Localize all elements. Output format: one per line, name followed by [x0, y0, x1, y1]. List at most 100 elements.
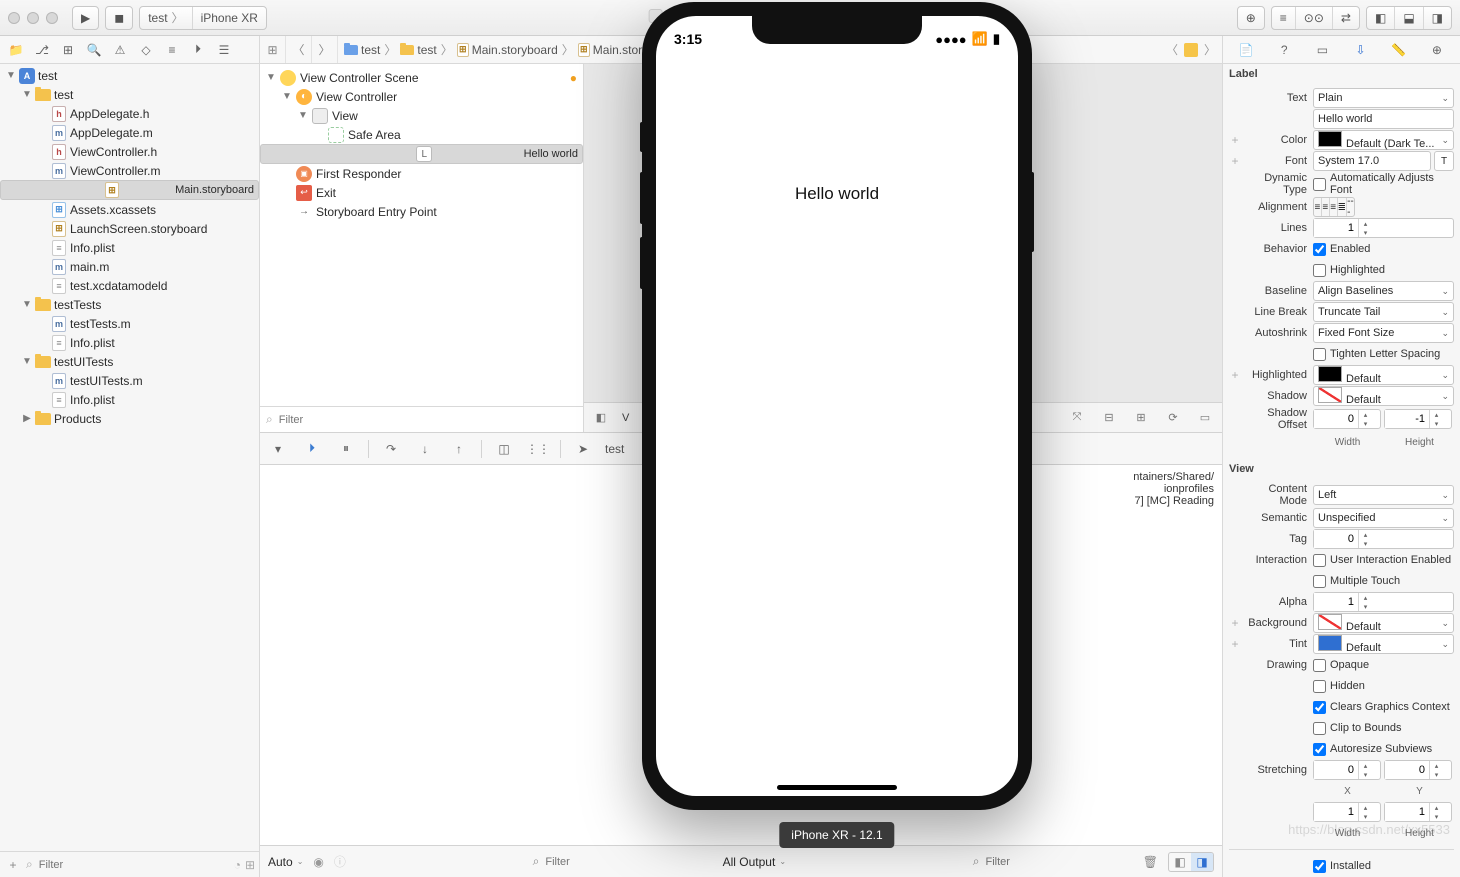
close-window-icon[interactable]	[8, 12, 20, 24]
info-icon[interactable]: ⓘ	[334, 853, 346, 870]
recent-filter-icon[interactable]: ◔	[234, 858, 241, 872]
text-mode-select[interactable]: Plain⌄	[1313, 88, 1454, 108]
jump-bar-crumb[interactable]: test	[400, 43, 436, 57]
find-navigator-icon[interactable]: 🔍	[82, 39, 106, 61]
clears-checkbox[interactable]: Clears Graphics Context	[1313, 701, 1450, 714]
stretch-x-stepper[interactable]: ▴▾	[1313, 760, 1381, 780]
minimize-window-icon[interactable]	[27, 12, 39, 24]
tag-stepper[interactable]: ▴▾	[1313, 529, 1454, 549]
size-inspector-icon[interactable]: 📏	[1386, 39, 1412, 61]
linebreak-select[interactable]: Truncate Tail⌄	[1313, 302, 1454, 322]
file-tree-item[interactable]: mtestTests.m	[0, 314, 259, 333]
outline-item[interactable]: ↩Exit	[260, 183, 583, 202]
bottom-panel-icon[interactable]: ⬓	[1395, 7, 1423, 29]
navigator-filter-input[interactable]	[37, 858, 230, 872]
location-icon[interactable]: ➤	[571, 438, 595, 460]
file-tree-item[interactable]: mmain.m	[0, 257, 259, 276]
jump-bar-crumb[interactable]: test	[344, 43, 380, 57]
vars-pane-icon[interactable]: ◧	[1169, 853, 1191, 871]
outline-item[interactable]: ▼View Controller Scene●	[260, 68, 583, 87]
source-control-icon[interactable]: ⎇	[30, 39, 54, 61]
alignment-segment[interactable]: ≡≡≡≣---	[1313, 197, 1355, 217]
file-tree-item[interactable]: ⊞Main.storyboard	[0, 180, 259, 200]
file-tree-item[interactable]: mAppDelegate.m	[0, 123, 259, 142]
debug-target-label[interactable]: test	[605, 442, 624, 456]
file-tree-item[interactable]: ▼testUITests	[0, 352, 259, 371]
baseline-select[interactable]: Align Baselines⌄	[1313, 281, 1454, 301]
font-picker-icon[interactable]: T	[1434, 151, 1454, 171]
pin-icon[interactable]: ⊞	[1130, 407, 1152, 429]
breakpoint-navigator-icon[interactable]: ⏵	[186, 39, 210, 61]
help-inspector-icon[interactable]: ?	[1271, 39, 1297, 61]
right-panel-icon[interactable]: ◨	[1424, 7, 1451, 29]
file-tree-item[interactable]: ⊞LaunchScreen.storyboard	[0, 219, 259, 238]
outline-filter-input[interactable]	[277, 413, 577, 427]
output-scope-selector[interactable]: All Output ⌄	[723, 855, 786, 869]
editor-mode-segment[interactable]: ≡ ⊙⊙ ⇄	[1271, 6, 1360, 30]
stop-button[interactable]: ◼	[105, 6, 133, 30]
issue-navigator-icon[interactable]: ⚠	[108, 39, 132, 61]
file-tree-item[interactable]: ▼testTests	[0, 295, 259, 314]
content-mode-select[interactable]: Left⌄	[1313, 485, 1454, 505]
multitouch-checkbox[interactable]: Multiple Touch	[1313, 575, 1400, 588]
identity-inspector-icon[interactable]: ▭	[1309, 39, 1335, 61]
report-navigator-icon[interactable]: ☰	[212, 39, 236, 61]
semantic-select[interactable]: Unspecified⌄	[1313, 508, 1454, 528]
align-icon[interactable]: ⊟	[1098, 407, 1120, 429]
shadow-color-select[interactable]: Default⌄	[1313, 386, 1454, 406]
forward-icon[interactable]: 〉	[312, 36, 338, 63]
file-tree-item[interactable]: hViewController.h	[0, 142, 259, 161]
font-input[interactable]: System 17.0	[1313, 151, 1431, 171]
attributes-inspector-icon[interactable]: ⇩	[1348, 39, 1374, 61]
clip-checkbox[interactable]: Clip to Bounds	[1313, 722, 1402, 735]
related-items-icon[interactable]: ⊞	[260, 36, 286, 63]
assistant-editor-icon[interactable]: ⊙⊙	[1296, 7, 1333, 29]
autoresize-checkbox[interactable]: Autoresize Subviews	[1313, 743, 1432, 756]
panel-toggle-segment[interactable]: ◧ ⬓ ◨	[1366, 6, 1452, 30]
nav-forward-icon[interactable]: 〉	[1204, 41, 1216, 58]
outline-toggle-icon[interactable]: ◧	[590, 407, 612, 429]
file-tree-item[interactable]: mtestUITests.m	[0, 371, 259, 390]
trash-icon[interactable]: 🗑	[1143, 855, 1158, 869]
file-inspector-icon[interactable]: 📄	[1233, 39, 1259, 61]
left-panel-icon[interactable]: ◧	[1367, 7, 1395, 29]
eye-icon[interactable]: ◉	[313, 855, 323, 869]
file-tree-item[interactable]: hAppDelegate.h	[0, 104, 259, 123]
lines-stepper[interactable]: ▴▾	[1313, 218, 1454, 238]
file-tree-item[interactable]: ≡test.xcdatamodeld	[0, 276, 259, 295]
stretch-w-stepper[interactable]: ▴▾	[1313, 802, 1381, 822]
auto-scope-selector[interactable]: Auto ⌄	[268, 855, 303, 869]
stretch-h-stepper[interactable]: ▴▾	[1384, 802, 1452, 822]
outline-item[interactable]: →Storyboard Entry Point	[260, 202, 583, 221]
hide-debug-icon[interactable]: ▾	[266, 438, 290, 460]
console-filter[interactable]: ⌕	[973, 854, 1133, 869]
uie-checkbox[interactable]: User Interaction Enabled	[1313, 554, 1451, 567]
stretch-y-stepper[interactable]: ▴▾	[1384, 760, 1452, 780]
outline-item[interactable]: ▼View	[260, 106, 583, 125]
symbol-navigator-icon[interactable]: ⊞	[56, 39, 80, 61]
back-icon[interactable]: 〈	[286, 36, 312, 63]
outline-item[interactable]: Safe Area	[260, 125, 583, 144]
step-out-icon[interactable]: ↑	[447, 438, 471, 460]
autoshrink-select[interactable]: Fixed Font Size⌄	[1313, 323, 1454, 343]
step-into-icon[interactable]: ↓	[413, 438, 437, 460]
warning-badge-icon[interactable]	[1184, 43, 1198, 57]
background-select[interactable]: Default⌄	[1313, 613, 1454, 633]
scheme-selector[interactable]: test 〉 iPhone XR	[139, 6, 267, 30]
scm-filter-icon[interactable]: ⊞	[245, 858, 255, 872]
file-tree-item[interactable]: ≡Info.plist	[0, 333, 259, 352]
test-navigator-icon[interactable]: ◇	[134, 39, 158, 61]
breakpoints-toggle-icon[interactable]: ⏵	[300, 438, 324, 460]
resolve-icon[interactable]: ⟳	[1162, 407, 1184, 429]
project-navigator-icon[interactable]: 📁	[4, 39, 28, 61]
step-over-icon[interactable]: ↷	[379, 438, 403, 460]
shadow-w-stepper[interactable]: ▴▾	[1313, 409, 1381, 429]
color-select[interactable]: Default (Dark Te...⌄	[1313, 130, 1454, 150]
outline-tree[interactable]: ▼View Controller Scene●▼◐View Controller…	[260, 64, 583, 406]
connections-inspector-icon[interactable]: ⊕	[1424, 39, 1450, 61]
text-value-input[interactable]: Hello world	[1313, 109, 1454, 129]
version-editor-icon[interactable]: ⇄	[1333, 7, 1359, 29]
nav-back-icon[interactable]: 〈	[1166, 41, 1178, 58]
file-tree-item[interactable]: ≡Info.plist	[0, 238, 259, 257]
highlighted-checkbox[interactable]: Highlighted	[1313, 264, 1385, 277]
